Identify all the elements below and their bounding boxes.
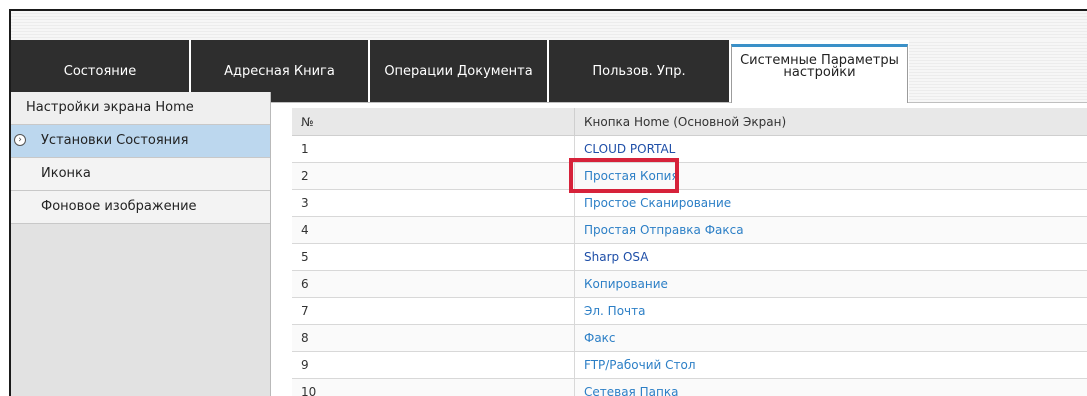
home-button-link[interactable]: Простая Отправка Факса [574, 216, 1087, 244]
row-number: 9 [292, 351, 575, 379]
table-row: 3 Простое Сканирование [292, 189, 1087, 217]
home-button-link[interactable]: Sharp OSA [574, 243, 1087, 271]
home-button-link[interactable]: Сетевая Папка [574, 378, 1087, 396]
row-number: 3 [292, 189, 575, 217]
column-header-home-button: Кнопка Home (Основной Экран) [574, 108, 1087, 136]
sidebar-item-label: Установки Состояния [41, 133, 189, 148]
home-button-link[interactable]: Простое Сканирование [574, 189, 1087, 217]
table-row: 1 CLOUD PORTAL [292, 135, 1087, 163]
column-header-number: № [292, 108, 575, 136]
row-number: 10 [292, 378, 575, 396]
row-number: 4 [292, 216, 575, 244]
table-row: 10 Сетевая Папка [292, 378, 1087, 396]
tab-document-operations[interactable]: Операции Документа [370, 40, 547, 102]
top-band [11, 11, 1087, 40]
table-row: 2 Простая Копия [292, 162, 1087, 190]
app-window: Состояние Адресная Книга Операции Докуме… [9, 9, 1087, 396]
row-number: 8 [292, 324, 575, 352]
sidebar-item-label: Иконка [41, 166, 91, 181]
tab-system-settings[interactable]: Системные Параметры настройки [731, 44, 908, 103]
sidebar-item-label: Фоновое изображение [41, 199, 197, 214]
table-row: 6 Копирование [292, 270, 1087, 298]
row-number: 6 [292, 270, 575, 298]
sidebar: Настройки экрана Home › Установки Состоя… [11, 92, 271, 396]
sidebar-item-status-settings[interactable]: › Установки Состояния [11, 125, 270, 158]
chevron-right-icon: › [14, 134, 26, 146]
home-button-link[interactable]: Простая Копия [574, 162, 1087, 190]
table-row: 5 Sharp OSA [292, 243, 1087, 271]
home-button-link[interactable]: Копирование [574, 270, 1087, 298]
row-number: 5 [292, 243, 575, 271]
table-header-row: № Кнопка Home (Основной Экран) [292, 108, 1087, 136]
tab-user-control[interactable]: Пользов. Упр. [549, 40, 729, 102]
home-button-link[interactable]: Факс [574, 324, 1087, 352]
sidebar-item-background-image[interactable]: Фоновое изображение [11, 191, 270, 224]
sidebar-item-icon[interactable]: Иконка [11, 158, 270, 191]
table-row: 9 FTP/Рабочий Стол [292, 351, 1087, 379]
sidebar-title[interactable]: Настройки экрана Home [11, 92, 270, 125]
row-number: 7 [292, 297, 575, 325]
table-row: 4 Простая Отправка Факса [292, 216, 1087, 244]
home-button-link[interactable]: Эл. Почта [574, 297, 1087, 325]
table-row: 8 Факс [292, 324, 1087, 352]
home-button-link[interactable]: CLOUD PORTAL [574, 135, 1087, 163]
row-number: 2 [292, 162, 575, 190]
table-row: 7 Эл. Почта [292, 297, 1087, 325]
home-buttons-table: № Кнопка Home (Основной Экран) 1 CLOUD P… [292, 108, 1087, 396]
home-button-link[interactable]: FTP/Рабочий Стол [574, 351, 1087, 379]
main-content: № Кнопка Home (Основной Экран) 1 CLOUD P… [292, 108, 1087, 396]
row-number: 1 [292, 135, 575, 163]
tab-bar-filler [909, 40, 1087, 102]
